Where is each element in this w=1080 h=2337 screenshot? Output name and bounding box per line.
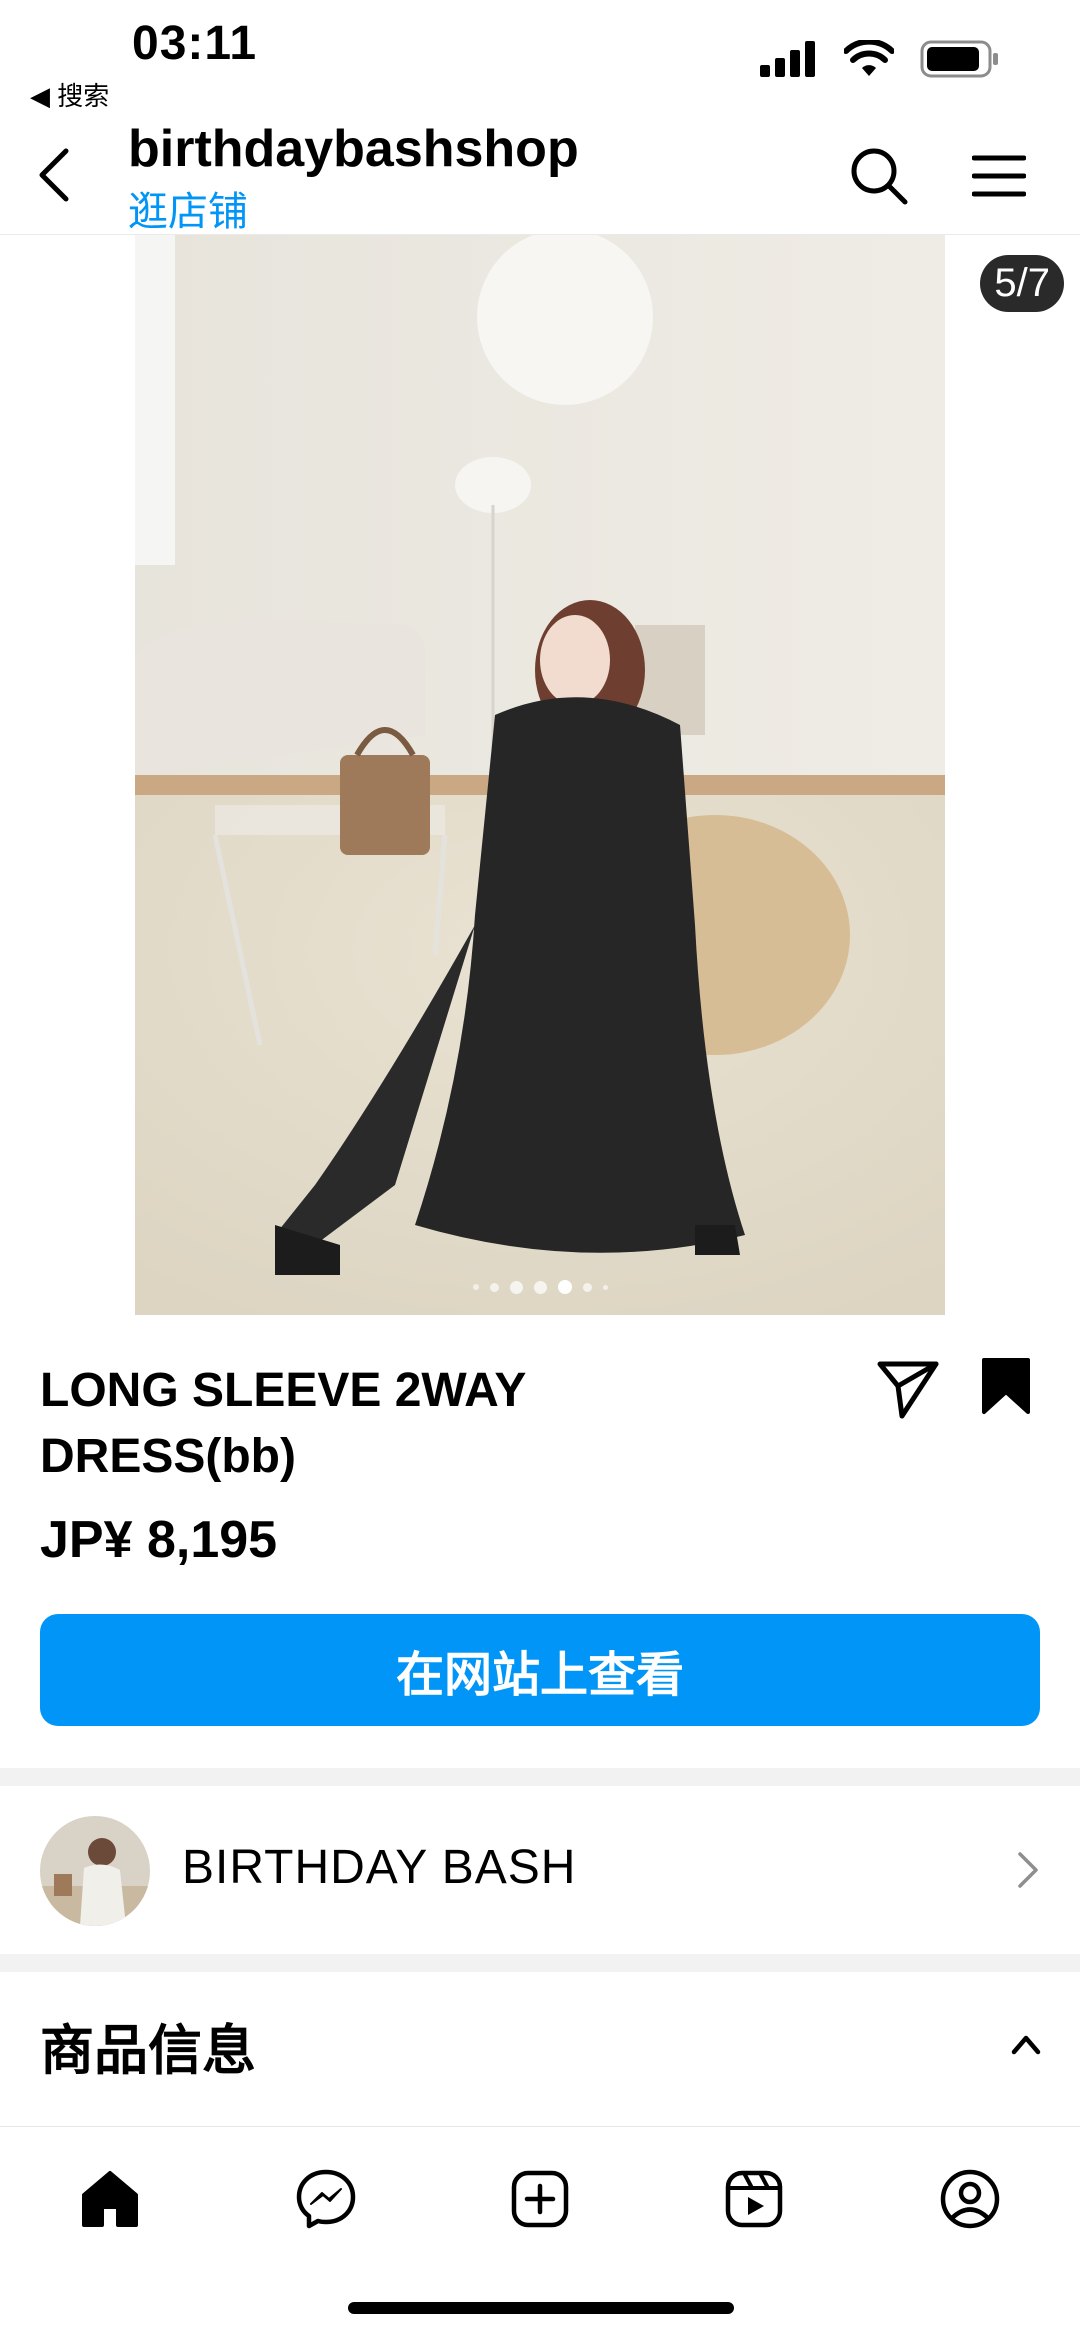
product-media[interactable]: 5/7 xyxy=(0,235,1080,1315)
shop-title[interactable]: birthdaybashshop xyxy=(128,119,579,179)
hamburger-menu-icon xyxy=(972,155,1026,197)
product-info-title: 商品信息 xyxy=(40,2019,256,2082)
nav-messenger[interactable] xyxy=(286,2159,366,2239)
product-price: JP¥ 8,195 xyxy=(40,1511,278,1569)
battery-icon xyxy=(920,40,998,78)
divider xyxy=(0,1768,1080,1786)
carousel-dots xyxy=(135,1280,945,1294)
carousel-dot xyxy=(509,1280,523,1294)
product-name: LONG SLEEVE 2WAY DRESS(bb) xyxy=(40,1364,526,1483)
chevron-left-icon xyxy=(39,148,69,202)
messenger-icon xyxy=(296,2169,356,2229)
seller-name[interactable]: BIRTHDAY BASH xyxy=(182,1840,576,1895)
image-counter: 5/7 xyxy=(980,255,1064,312)
profile-icon xyxy=(940,2169,1000,2229)
nav-reels[interactable] xyxy=(714,2159,794,2239)
back-to-app-link[interactable]: ◀ 搜索 xyxy=(30,76,109,113)
back-button[interactable] xyxy=(24,145,84,205)
seller-row[interactable]: BIRTHDAY BASH xyxy=(0,1786,1080,1954)
carousel-dot xyxy=(489,1282,499,1292)
status-icons xyxy=(760,40,1000,78)
create-icon xyxy=(511,2170,569,2228)
chevron-right-icon xyxy=(1018,1852,1038,1888)
home-indicator[interactable] xyxy=(348,2302,734,2314)
search-button[interactable] xyxy=(846,143,912,209)
nav-profile[interactable] xyxy=(930,2159,1010,2239)
visit-shop-link[interactable]: 逛店铺 xyxy=(128,179,248,237)
wifi-icon xyxy=(844,40,894,76)
nav-home[interactable] xyxy=(70,2159,150,2239)
carousel-dot xyxy=(472,1284,479,1290)
home-icon xyxy=(82,2171,138,2227)
chevron-up-icon[interactable] xyxy=(1006,2024,1046,2064)
product-info-section[interactable]: 商品信息 xyxy=(0,1972,1080,2122)
product-photo-illustration xyxy=(135,235,945,1315)
share-button[interactable] xyxy=(876,1356,940,1420)
bookmark-icon xyxy=(982,1358,1030,1414)
product-photo[interactable] xyxy=(135,235,945,1315)
shop-header: birthdaybashshop 逛店铺 xyxy=(0,115,1080,235)
menu-button[interactable] xyxy=(966,143,1032,209)
nav-create[interactable] xyxy=(500,2159,580,2239)
search-icon xyxy=(851,148,908,205)
status-time: 03:11 xyxy=(132,17,258,70)
view-on-website-button[interactable]: 在网站上查看 xyxy=(40,1614,1040,1726)
carousel-dot xyxy=(582,1282,592,1292)
carousel-dot xyxy=(533,1280,547,1294)
status-bar: 03:11 ◀ 搜索 xyxy=(0,0,1080,115)
reels-icon xyxy=(725,2170,783,2228)
save-button[interactable] xyxy=(980,1356,1040,1420)
seller-avatar-image xyxy=(40,1816,150,1926)
send-icon xyxy=(877,1361,939,1419)
carousel-dot-active xyxy=(557,1280,572,1294)
carousel-dot xyxy=(602,1284,608,1290)
seller-avatar[interactable] xyxy=(40,1816,150,1926)
divider xyxy=(0,1954,1080,1972)
signal-icon xyxy=(760,41,815,77)
